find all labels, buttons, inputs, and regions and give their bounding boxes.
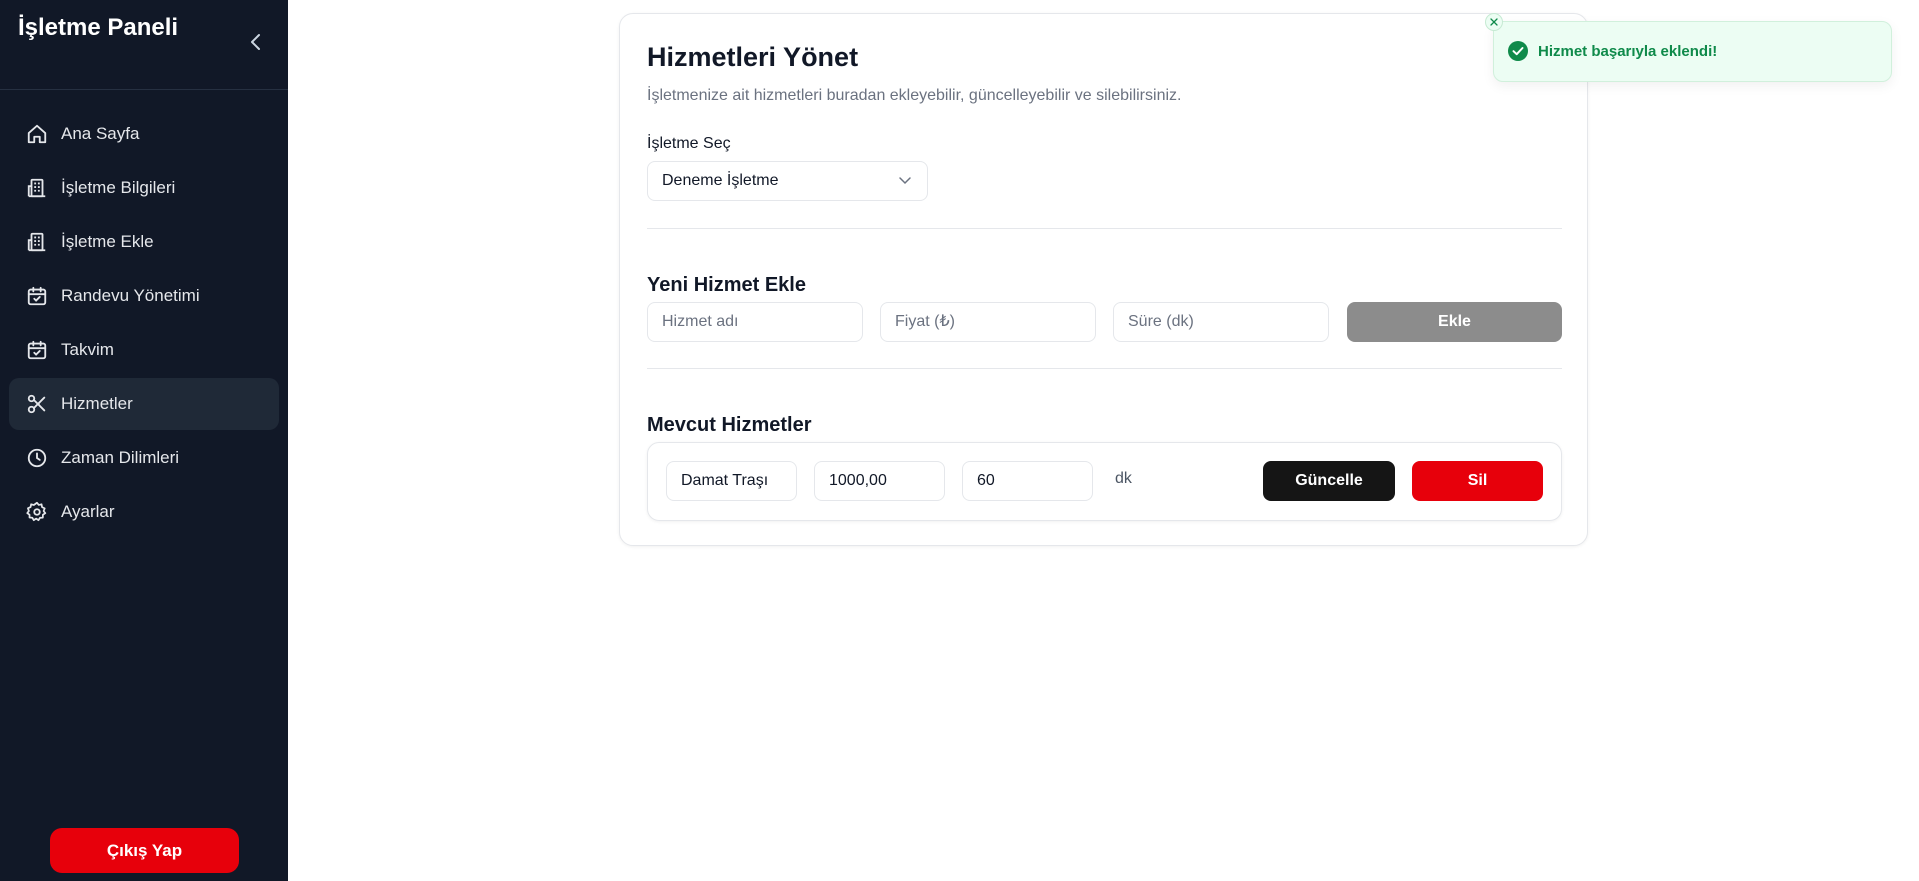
- sidebar-item-label: Zaman Dilimleri: [61, 448, 180, 467]
- delete-service-button[interactable]: Sil: [1412, 461, 1543, 501]
- service-duration-field[interactable]: [962, 461, 1093, 501]
- logout-button[interactable]: Çıkış Yap: [50, 828, 239, 873]
- toast-close-button[interactable]: [1485, 13, 1503, 31]
- building-icon: [25, 176, 49, 200]
- sidebar-item-ana-sayfa[interactable]: Ana Sayfa: [9, 108, 279, 160]
- close-icon: [1490, 18, 1498, 26]
- sidebar-divider: [0, 89, 288, 90]
- business-select-value: Deneme İşletme: [662, 172, 779, 189]
- sidebar-item-label: Randevu Yönetimi: [61, 286, 200, 305]
- sidebar-collapse-button[interactable]: [244, 30, 268, 54]
- gear-icon: [25, 500, 49, 524]
- success-toast: Hizmet başarıyla eklendi!: [1485, 13, 1892, 82]
- chevron-left-icon: [251, 34, 260, 50]
- brand-title: İşletme Paneli: [18, 14, 179, 41]
- business-select-label: İşletme Seç: [647, 135, 731, 152]
- page-title: Hizmetleri Yönet: [647, 42, 859, 72]
- section-divider: [647, 368, 1562, 369]
- building-add-icon: [25, 230, 49, 254]
- duration-unit: dk: [1115, 470, 1132, 487]
- services-card: Hizmetleri Yönet İşletmenize ait hizmetl…: [619, 13, 1588, 546]
- service-duration-input[interactable]: [1113, 302, 1329, 342]
- existing-services-title: Mevcut Hizmetler: [647, 414, 812, 436]
- sidebar-item-label: Ayarlar: [61, 502, 115, 521]
- calendar-icon: [25, 338, 49, 362]
- service-price-input[interactable]: [880, 302, 1096, 342]
- sidebar: İşletme Paneli Ana Sayfa İşletme Bilgile…: [0, 0, 288, 881]
- service-price-field[interactable]: [814, 461, 945, 501]
- clock-icon: [25, 446, 49, 470]
- add-service-button[interactable]: Ekle: [1347, 302, 1562, 342]
- home-icon: [25, 122, 49, 146]
- page-subtitle: İşletmenize ait hizmetleri buradan ekley…: [647, 87, 1182, 104]
- sidebar-item-zaman-dilimleri[interactable]: Zaman Dilimleri: [9, 432, 279, 484]
- sidebar-item-isletme-ekle[interactable]: İşletme Ekle: [9, 216, 279, 268]
- sidebar-item-label: Takvim: [61, 340, 114, 359]
- section-divider: [647, 228, 1562, 229]
- service-name-input[interactable]: [647, 302, 863, 342]
- service-row: dk Güncelle Sil: [647, 442, 1562, 521]
- check-circle-icon: [1508, 41, 1528, 61]
- scissors-icon: [25, 392, 49, 416]
- sidebar-item-randevu-yonetimi[interactable]: Randevu Yönetimi: [9, 270, 279, 322]
- chevron-down-icon: [899, 177, 911, 185]
- toast-message: Hizmet başarıyla eklendi!: [1538, 43, 1718, 60]
- sidebar-item-label: Ana Sayfa: [61, 124, 140, 143]
- sidebar-item-label: İşletme Ekle: [61, 232, 154, 251]
- sidebar-item-ayarlar[interactable]: Ayarlar: [9, 486, 279, 538]
- update-service-button[interactable]: Güncelle: [1263, 461, 1395, 501]
- new-service-title: Yeni Hizmet Ekle: [647, 274, 806, 296]
- sidebar-item-hizmetler[interactable]: Hizmetler: [9, 378, 279, 430]
- calendar-check-icon: [25, 284, 49, 308]
- service-name-field[interactable]: [666, 461, 797, 501]
- business-select[interactable]: Deneme İşletme: [647, 161, 928, 201]
- sidebar-item-takvim[interactable]: Takvim: [9, 324, 279, 376]
- sidebar-item-isletme-bilgileri[interactable]: İşletme Bilgileri: [9, 162, 279, 214]
- sidebar-item-label: Hizmetler: [61, 394, 133, 413]
- sidebar-item-label: İşletme Bilgileri: [61, 178, 176, 197]
- sidebar-nav: Ana Sayfa İşletme Bilgileri İşletme Ekle…: [9, 108, 279, 540]
